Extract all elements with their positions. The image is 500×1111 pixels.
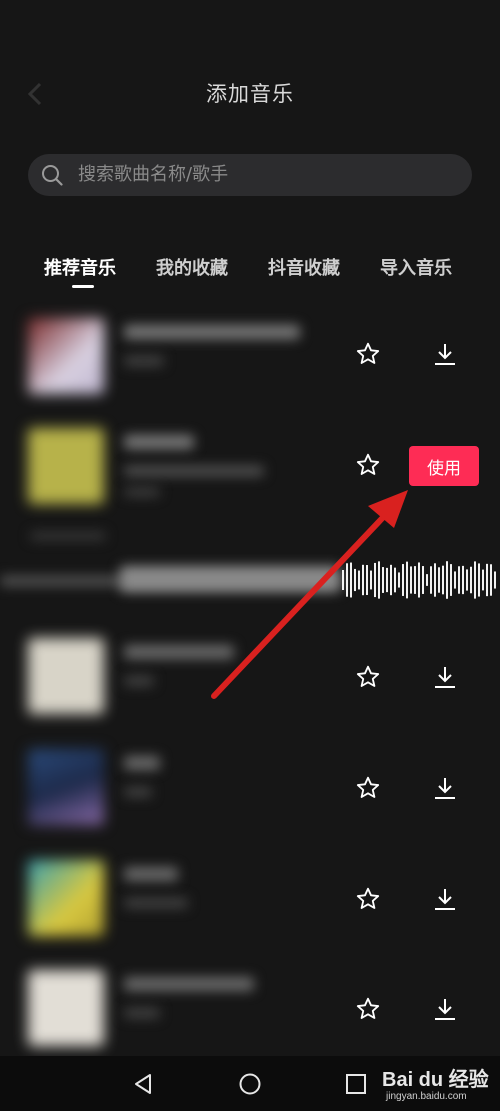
waveform-bar <box>470 566 472 594</box>
list-item[interactable] <box>0 300 500 408</box>
nav-home-icon[interactable] <box>239 1073 261 1095</box>
star-icon[interactable] <box>355 341 381 367</box>
waveform-bar <box>414 566 416 594</box>
waveform-bar <box>462 565 464 595</box>
waveform-bar <box>450 564 452 596</box>
waveform-bar <box>474 561 476 599</box>
list-item[interactable] <box>0 842 500 950</box>
star-icon[interactable] <box>355 452 381 478</box>
watermark-brand: Bai du 经验 <box>382 1069 489 1091</box>
list-item[interactable] <box>0 952 500 1060</box>
search-bar[interactable]: 搜索歌曲名称/歌手 <box>28 154 472 196</box>
album-cover <box>28 749 104 825</box>
waveform-bar <box>386 567 388 593</box>
tab-recommended[interactable]: 推荐音乐 <box>44 254 116 280</box>
waveform-bar <box>446 561 448 599</box>
list-item[interactable] <box>0 731 500 839</box>
download-icon[interactable] <box>432 341 458 367</box>
waveform-bar <box>354 568 356 592</box>
waveform-bar <box>490 564 492 596</box>
waveform-bar <box>402 564 404 596</box>
waveform-bar <box>494 571 496 589</box>
waveform-bar <box>454 571 456 589</box>
tab-import-music[interactable]: 导入音乐 <box>380 254 452 280</box>
waveform-bar <box>438 567 440 593</box>
audio-waveform[interactable] <box>0 540 500 620</box>
star-icon[interactable] <box>355 886 381 912</box>
nav-recents-icon[interactable] <box>345 1073 367 1095</box>
tab-my-favorites[interactable]: 我的收藏 <box>156 254 228 280</box>
star-icon[interactable] <box>355 996 381 1022</box>
waveform-bar <box>410 566 412 594</box>
waveform-bar <box>366 565 368 595</box>
star-icon[interactable] <box>355 664 381 690</box>
waveform-bar <box>362 564 364 596</box>
waveform-bar <box>390 564 392 596</box>
waveform-bar <box>458 566 460 594</box>
album-cover <box>28 428 104 504</box>
album-cover <box>28 318 104 394</box>
waveform-bar <box>486 563 488 597</box>
album-cover <box>28 970 104 1046</box>
waveform-bar <box>426 574 428 586</box>
download-icon[interactable] <box>432 886 458 912</box>
waveform-bar <box>370 570 372 590</box>
use-button[interactable]: 使用 <box>409 446 479 486</box>
album-cover <box>28 860 104 936</box>
waveform-bar <box>346 563 348 597</box>
waveform-bar <box>398 572 400 588</box>
download-icon[interactable] <box>432 775 458 801</box>
tab-bar: 推荐音乐 我的收藏 抖音收藏 导入音乐 <box>0 254 500 294</box>
waveform-bar <box>342 570 344 590</box>
search-input[interactable]: 搜索歌曲名称/歌手 <box>78 154 228 196</box>
waveform-bar <box>430 566 432 594</box>
waveform-bar <box>358 570 360 590</box>
nav-back-icon[interactable] <box>132 1073 154 1095</box>
download-icon[interactable] <box>432 996 458 1022</box>
active-tab-indicator <box>72 285 94 288</box>
waveform-bar <box>434 563 436 597</box>
waveform-bar <box>374 562 376 598</box>
tab-douyin-favorites[interactable]: 抖音收藏 <box>268 254 340 280</box>
waveform-bar <box>378 561 380 599</box>
star-icon[interactable] <box>355 775 381 801</box>
search-icon <box>42 165 63 186</box>
baidu-watermark: Bai du 经验 jingyan.baidu.com <box>382 1059 498 1109</box>
waveform-bar <box>406 561 408 599</box>
watermark-url: jingyan.baidu.com <box>386 1091 467 1102</box>
waveform-bar <box>394 567 396 593</box>
waveform-bar <box>350 562 352 598</box>
waveform-bars <box>342 561 496 599</box>
waveform-bar <box>482 569 484 591</box>
list-item[interactable] <box>0 620 500 728</box>
download-icon[interactable] <box>432 664 458 690</box>
waveform-bar <box>422 566 424 594</box>
waveform-bar <box>418 562 420 598</box>
page-title: 添加音乐 <box>206 82 294 106</box>
album-cover <box>28 638 104 714</box>
waveform-bar <box>442 565 444 595</box>
waveform-bar <box>382 567 384 593</box>
waveform-bar <box>466 569 468 591</box>
waveform-bar <box>478 563 480 597</box>
